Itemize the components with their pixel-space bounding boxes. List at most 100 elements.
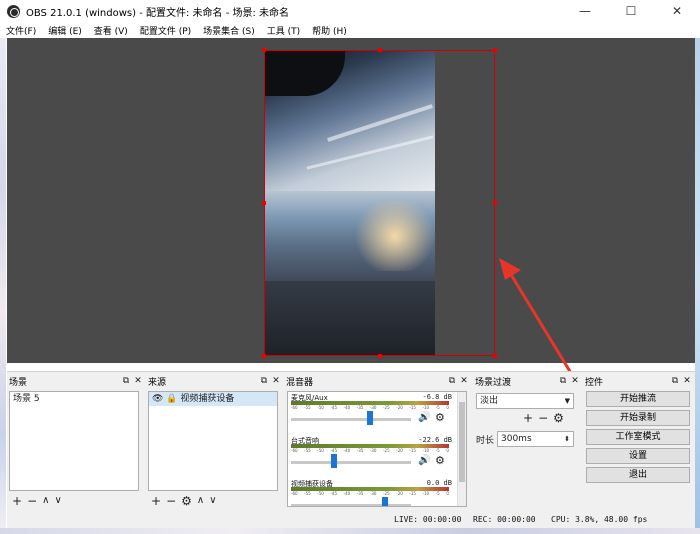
remove-icon[interactable]: − xyxy=(166,495,176,507)
tick-label: -30 xyxy=(369,448,377,453)
maximize-button[interactable]: ☐ xyxy=(608,0,654,22)
resize-handle[interactable] xyxy=(493,201,497,205)
resize-handle[interactable] xyxy=(262,201,266,205)
tick-label: -15 xyxy=(409,448,416,453)
resize-handle[interactable] xyxy=(378,354,382,358)
source-selection-box[interactable] xyxy=(264,50,495,356)
move-down-icon[interactable]: ∨ xyxy=(209,495,216,507)
tick-label: -50 xyxy=(317,491,324,496)
menu-file[interactable]: 文件(F) xyxy=(6,24,36,37)
tick-label: -60 xyxy=(291,491,298,496)
minimize-button[interactable]: — xyxy=(562,0,608,22)
tick-label: -20 xyxy=(396,491,403,496)
tick-label: -35 xyxy=(356,491,364,496)
mixer-scrollbar[interactable] xyxy=(457,392,466,506)
scenes-list[interactable]: 场景 5 xyxy=(9,391,139,491)
preview-area[interactable] xyxy=(7,38,695,384)
gear-icon[interactable]: ⚙ xyxy=(435,411,445,424)
menu-bar: 文件(F) 编辑 (E) 查看 (V) 配置文件 (P) 场景集合 (S) 工具… xyxy=(0,22,700,38)
sources-panel: 来源 ⧉ ✕ 👁 🔒 视频捕获设备 + − ⚙ ∧ ∨ xyxy=(146,374,284,514)
menu-profile[interactable]: 配置文件 (P) xyxy=(140,24,191,37)
menu-edit[interactable]: 编辑 (E) xyxy=(48,24,82,37)
close-icon[interactable]: ✕ xyxy=(270,376,282,387)
add-icon[interactable]: + xyxy=(151,495,161,507)
tick-label: -50 xyxy=(317,405,324,410)
list-item[interactable]: 场景 5 xyxy=(10,392,138,406)
resize-handle[interactable] xyxy=(262,48,266,52)
mixer-channel: 视频捕获设备 0.0 dB -60 -55 -50 -45 -40 -35 -30 -25 -2… xyxy=(288,478,466,506)
desktop-background-bottom xyxy=(0,528,700,534)
move-up-icon[interactable]: ∧ xyxy=(197,495,204,507)
studio-mode-button[interactable]: 工作室模式 xyxy=(586,429,690,445)
eye-icon[interactable]: 👁 xyxy=(152,394,163,404)
start-recording-button[interactable]: 开始录制 xyxy=(586,410,690,426)
add-icon[interactable]: + xyxy=(523,412,533,424)
transition-select[interactable]: 淡出 ▼ xyxy=(476,393,574,409)
tick-label: -5 xyxy=(435,491,440,496)
gear-icon[interactable]: ⚙ xyxy=(435,454,445,467)
close-icon[interactable]: ✕ xyxy=(569,376,581,387)
sources-title: 来源 xyxy=(148,378,167,388)
red-annotation-arrow-icon xyxy=(499,258,579,384)
remove-icon[interactable]: − xyxy=(538,412,548,424)
window-controls: — ☐ ✕ xyxy=(562,0,700,22)
close-icon[interactable]: ✕ xyxy=(458,376,470,387)
add-icon[interactable]: + xyxy=(12,495,22,507)
volume-slider-thumb[interactable] xyxy=(382,497,389,506)
remove-icon[interactable]: − xyxy=(27,495,37,507)
tick-label: -50 xyxy=(317,448,324,453)
close-button[interactable]: ✕ xyxy=(654,0,700,22)
resize-handle[interactable] xyxy=(493,48,497,52)
volume-slider-track[interactable] xyxy=(291,418,411,421)
close-icon[interactable]: ✕ xyxy=(132,376,144,387)
undock-icon[interactable]: ⧉ xyxy=(557,376,569,387)
menu-help[interactable]: 帮助 (H) xyxy=(312,24,347,37)
volume-slider-thumb[interactable] xyxy=(367,411,374,425)
gear-icon[interactable]: ⚙ xyxy=(181,495,192,507)
settings-button[interactable]: 设置 xyxy=(586,448,690,464)
meter-ticks: -60 -55 -50 -45 -40 -35 -30 -25 -20 -15 -10 -5 0 xyxy=(291,491,449,497)
desktop-background-left xyxy=(0,38,6,534)
tick-label: -25 xyxy=(383,448,390,453)
cpu-status: CPU: 3.8%, 48.00 fps xyxy=(551,515,648,524)
channel-db: 0.0 dB xyxy=(426,479,452,487)
tick-label: -10 xyxy=(422,448,430,453)
tick-label: 0 xyxy=(446,491,449,496)
tick-label: -40 xyxy=(343,491,351,496)
menu-tools[interactable]: 工具 (T) xyxy=(267,24,300,37)
controls-title: 控件 xyxy=(585,378,604,388)
sources-list[interactable]: 👁 🔒 视频捕获设备 xyxy=(148,391,278,491)
duration-spinbox[interactable]: 300ms ⬍ xyxy=(497,431,574,447)
tick-label: 0 xyxy=(446,448,449,453)
speaker-icon[interactable]: 🔊 xyxy=(418,455,430,466)
menu-scene-collection[interactable]: 场景集合 (S) xyxy=(203,24,255,37)
undock-icon[interactable]: ⧉ xyxy=(120,376,132,387)
volume-slider-thumb[interactable] xyxy=(330,454,337,468)
spinner-arrows-icon[interactable]: ⬍ xyxy=(564,432,570,446)
close-icon[interactable]: ✕ xyxy=(681,376,693,387)
speaker-icon[interactable]: 🔊 xyxy=(418,412,430,423)
scrollbar-thumb[interactable] xyxy=(459,402,465,482)
lock-icon[interactable]: 🔒 xyxy=(166,394,177,404)
volume-slider-track[interactable] xyxy=(291,504,411,506)
transition-selected: 淡出 xyxy=(480,396,499,406)
tick-label: -30 xyxy=(369,491,377,496)
scenes-title: 场景 xyxy=(9,378,28,388)
move-up-icon[interactable]: ∧ xyxy=(42,495,49,507)
mixer-title: 混音器 xyxy=(286,378,314,388)
start-streaming-button[interactable]: 开始推流 xyxy=(586,391,690,407)
menu-view[interactable]: 查看 (V) xyxy=(94,24,128,37)
exit-button[interactable]: 退出 xyxy=(586,467,690,483)
tick-label: -55 xyxy=(304,448,311,453)
gear-icon[interactable]: ⚙ xyxy=(553,412,564,424)
duration-label: 时长 xyxy=(476,436,495,446)
list-item[interactable]: 👁 🔒 视频捕获设备 xyxy=(149,392,277,406)
resize-handle[interactable] xyxy=(262,354,266,358)
resize-handle[interactable] xyxy=(378,48,382,52)
undock-icon[interactable]: ⧉ xyxy=(258,376,270,387)
undock-icon[interactable]: ⧉ xyxy=(446,376,458,387)
undock-icon[interactable]: ⧉ xyxy=(669,376,681,387)
volume-slider-track[interactable] xyxy=(291,461,411,464)
tick-label: -60 xyxy=(291,448,298,453)
move-down-icon[interactable]: ∨ xyxy=(54,495,61,507)
